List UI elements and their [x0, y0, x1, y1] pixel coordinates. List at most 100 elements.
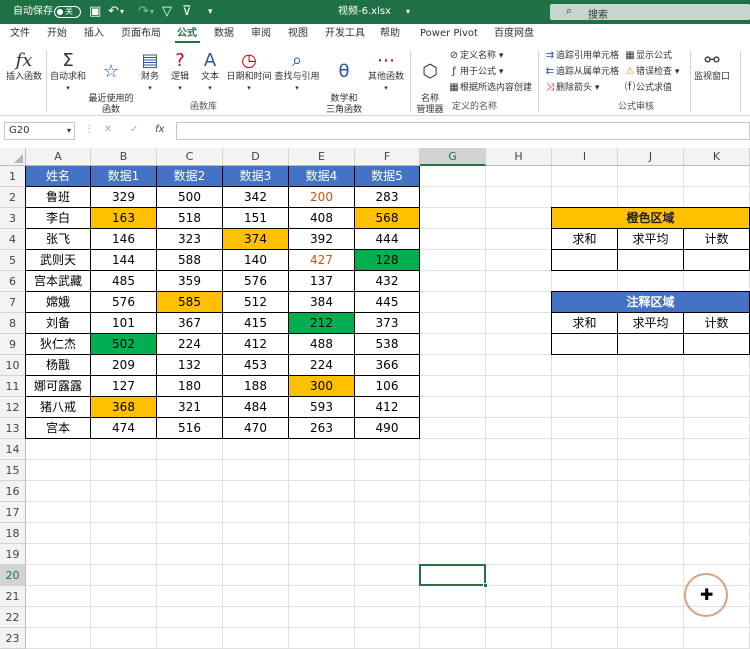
name-cell[interactable]: 李白 [26, 208, 91, 229]
grid-cell[interactable] [684, 187, 750, 208]
name-cell[interactable]: 狄仁杰 [26, 334, 91, 355]
column-header-g[interactable]: G [420, 148, 486, 166]
autosave-toggle[interactable]: 关 [54, 6, 81, 18]
data-cell[interactable]: 140 [223, 250, 289, 271]
data-cell[interactable]: 488 [289, 334, 355, 355]
grid-cell[interactable] [26, 460, 91, 481]
grid-cell[interactable] [684, 523, 750, 544]
grid-cell[interactable] [486, 229, 552, 250]
grid-cell[interactable] [420, 334, 486, 355]
data-cell[interactable]: 127 [91, 376, 157, 397]
grid-cell[interactable] [486, 439, 552, 460]
grid-cell[interactable] [223, 544, 289, 565]
grid-cell[interactable] [355, 628, 420, 649]
name-manager-button[interactable]: ⬡ 名称 管理器 [414, 50, 446, 116]
grid-cell[interactable] [223, 628, 289, 649]
tab-home[interactable]: 开始 [47, 27, 67, 41]
table-header-cell[interactable]: 数据1 [91, 166, 157, 187]
data-cell[interactable]: 474 [91, 418, 157, 439]
filter-icon[interactable]: ▽ [162, 4, 172, 20]
row-header-19[interactable]: 19 [0, 544, 26, 565]
grid-cell[interactable] [486, 292, 552, 313]
grid-cell[interactable] [157, 523, 223, 544]
row-header-16[interactable]: 16 [0, 481, 26, 502]
grid-cell[interactable] [486, 523, 552, 544]
data-cell[interactable]: 342 [223, 187, 289, 208]
row-header-13[interactable]: 13 [0, 418, 26, 439]
column-header-k[interactable]: K [684, 148, 750, 166]
grid-cell[interactable] [552, 502, 618, 523]
grid-cell[interactable] [355, 565, 420, 586]
grid-cell[interactable] [91, 586, 157, 607]
note-area-value-cell[interactable] [684, 334, 750, 355]
data-cell[interactable]: 576 [223, 271, 289, 292]
grid-cell[interactable] [223, 502, 289, 523]
data-cell[interactable]: 101 [91, 313, 157, 334]
tab-power-pivot[interactable]: Power Pivot [420, 27, 478, 41]
insert-function-icon[interactable]: fx [155, 124, 164, 135]
grid-cell[interactable] [420, 607, 486, 628]
grid-cell[interactable] [91, 481, 157, 502]
row-header-3[interactable]: 3 [0, 208, 26, 229]
column-header-i[interactable]: I [552, 148, 618, 166]
data-cell[interactable]: 444 [355, 229, 420, 250]
error-checking-button[interactable]: ⚠ 错误检查 ▾ [624, 66, 680, 78]
grid-cell[interactable] [552, 418, 618, 439]
row-header-4[interactable]: 4 [0, 229, 26, 250]
column-header-b[interactable]: B [91, 148, 157, 166]
grid-cell[interactable] [289, 460, 355, 481]
grid-cell[interactable] [420, 208, 486, 229]
row-header-20[interactable]: 20 [0, 565, 26, 586]
data-cell[interactable]: 408 [289, 208, 355, 229]
grid-cell[interactable] [552, 397, 618, 418]
grid-cell[interactable] [618, 565, 684, 586]
grid-cell[interactable] [420, 397, 486, 418]
grid-cell[interactable] [684, 502, 750, 523]
financial-button[interactable]: ▤ 财务 ▾ [136, 50, 164, 94]
name-cell[interactable]: 娜可露露 [26, 376, 91, 397]
grid-cell[interactable] [91, 565, 157, 586]
grid-cell[interactable] [91, 460, 157, 481]
grid-cell[interactable] [91, 628, 157, 649]
table-header-cell[interactable]: 数据5 [355, 166, 420, 187]
grid-cell[interactable] [355, 586, 420, 607]
column-header-h[interactable]: H [486, 148, 552, 166]
grid-cell[interactable] [420, 460, 486, 481]
fill-handle[interactable] [483, 583, 488, 588]
autosum-button[interactable]: Σ 自动求和 ▾ [48, 50, 88, 94]
grid-cell[interactable] [289, 439, 355, 460]
grid-cell[interactable] [486, 397, 552, 418]
data-cell[interactable]: 485 [91, 271, 157, 292]
grid-cell[interactable] [289, 628, 355, 649]
grid-cell[interactable] [486, 544, 552, 565]
row-header-14[interactable]: 14 [0, 439, 26, 460]
grid-cell[interactable] [618, 187, 684, 208]
grid-cell[interactable] [486, 565, 552, 586]
grid-cell[interactable] [26, 502, 91, 523]
grid-cell[interactable] [91, 502, 157, 523]
grid-cell[interactable] [420, 187, 486, 208]
lookup-button[interactable]: ⌕ 查找与引用 ▾ [274, 50, 320, 94]
data-cell[interactable]: 374 [223, 229, 289, 250]
grid-cell[interactable] [355, 460, 420, 481]
row-header-10[interactable]: 10 [0, 355, 26, 376]
name-cell[interactable]: 刘备 [26, 313, 91, 334]
data-cell[interactable]: 373 [355, 313, 420, 334]
grid-cell[interactable] [91, 607, 157, 628]
grid-cell[interactable] [157, 586, 223, 607]
math-trig-button[interactable]: θ 数学和 三角函数 [322, 50, 366, 116]
grid-cell[interactable] [355, 502, 420, 523]
grid-cell[interactable] [289, 502, 355, 523]
column-header-f[interactable]: F [355, 148, 420, 166]
grid-cell[interactable] [486, 628, 552, 649]
row-header-5[interactable]: 5 [0, 250, 26, 271]
grid-cell[interactable] [355, 481, 420, 502]
grid-cell[interactable] [420, 271, 486, 292]
filename-dropdown-icon[interactable]: ▾ [406, 5, 410, 19]
data-cell[interactable]: 502 [91, 334, 157, 355]
grid-cell[interactable] [552, 439, 618, 460]
show-formulas-button[interactable]: ▦显示公式 [624, 50, 672, 62]
grid-cell[interactable] [618, 439, 684, 460]
tab-baidu-netdisk[interactable]: 百度网盘 [494, 27, 534, 41]
define-name-button[interactable]: ⊘ 定义名称 ▾ [448, 50, 504, 62]
